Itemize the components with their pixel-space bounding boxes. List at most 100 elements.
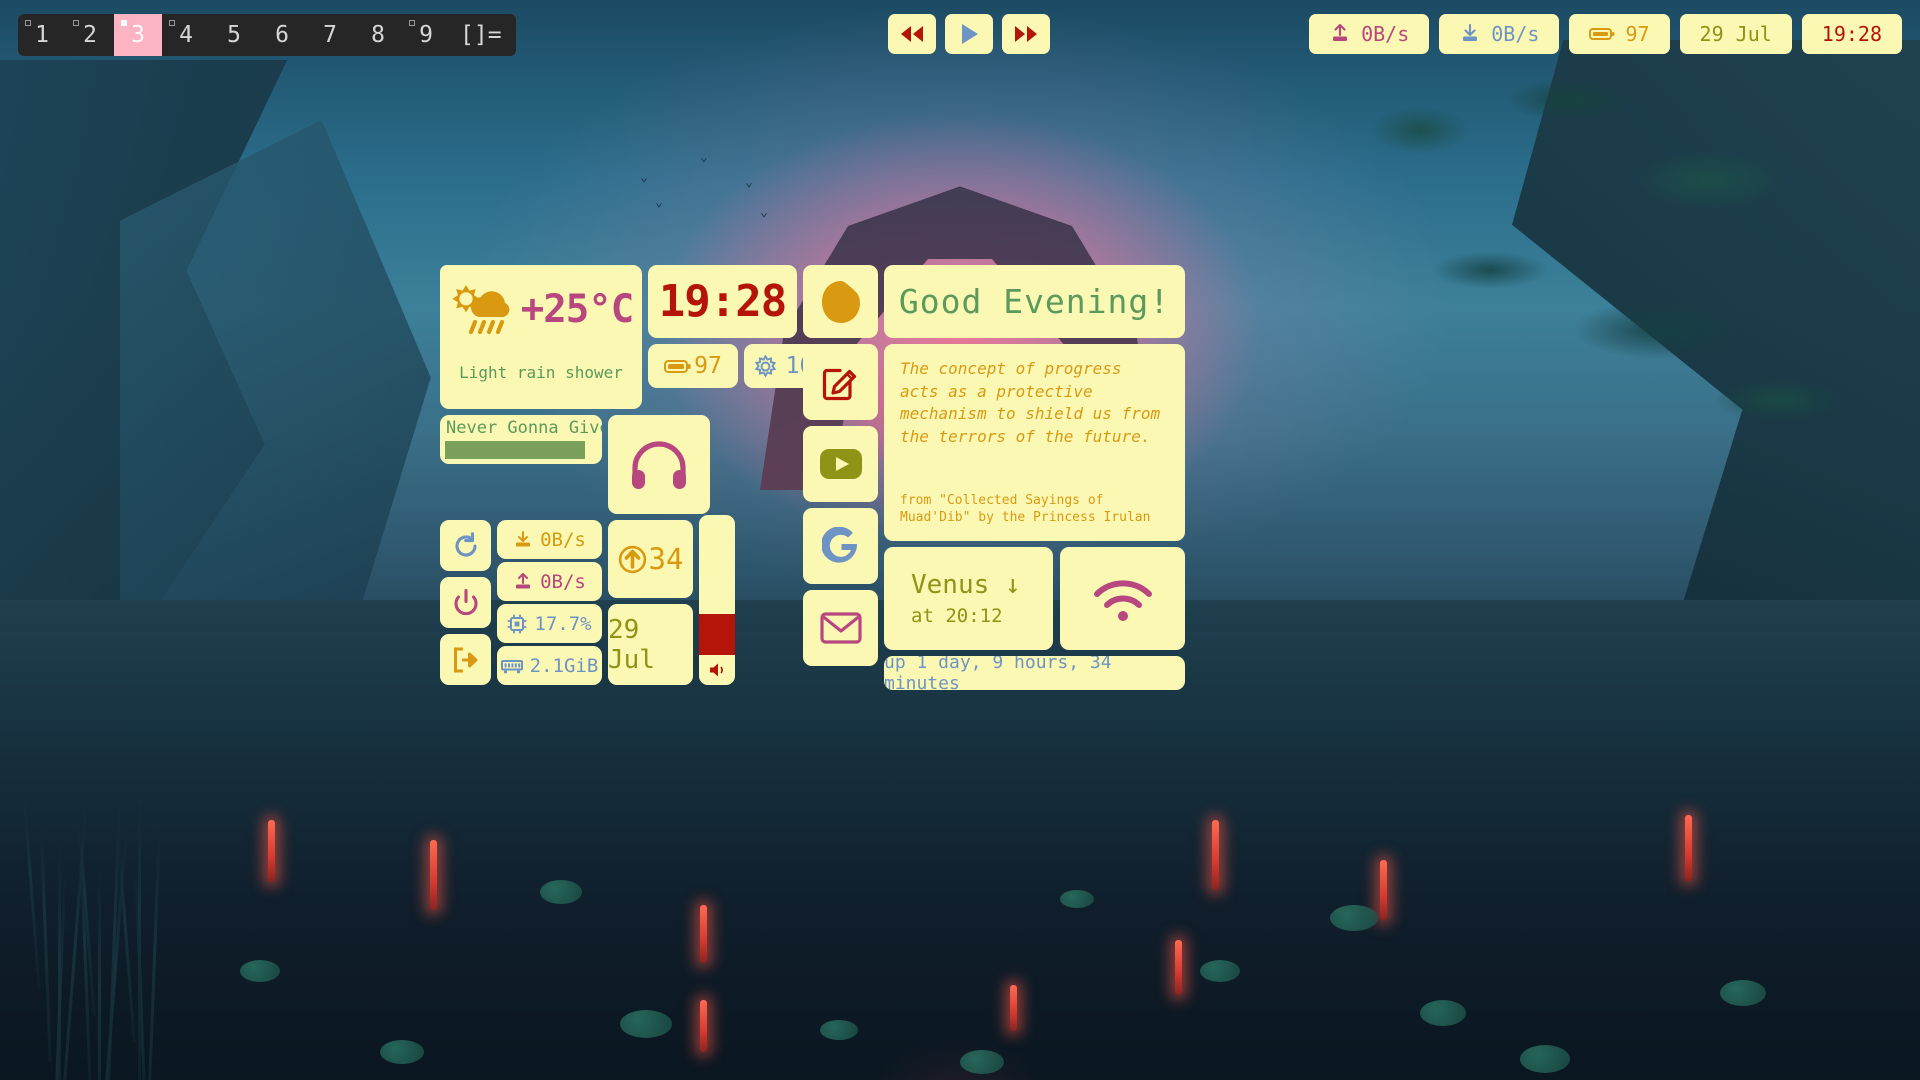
topbar-prev-button[interactable] — [888, 14, 936, 54]
wifi-widget[interactable] — [1060, 547, 1185, 650]
youtube-launcher[interactable] — [803, 426, 878, 502]
workspace-label: 4 — [179, 22, 193, 48]
wallpaper-lantern — [1175, 940, 1182, 995]
ram-usage-value: 2.1GiB — [529, 654, 599, 677]
wallpaper-bird: ⌄ — [700, 150, 708, 165]
notes-pencil-icon — [822, 368, 856, 401]
play-icon — [962, 24, 978, 44]
wallpaper-lilypad — [240, 960, 280, 982]
celestial-body: Venus ↓ — [911, 570, 1021, 600]
music-track-title: Never Gonna Give You Up — [446, 418, 602, 438]
workspace-6[interactable]: 6 — [258, 14, 306, 56]
topbar-battery-value: 97 — [1625, 22, 1650, 46]
topbar-download-chip[interactable]: 0B/s — [1439, 14, 1560, 54]
clock-time: 19:28 — [658, 276, 787, 327]
topbar-play-button[interactable] — [945, 14, 993, 54]
workspace-3[interactable]: 3 — [114, 14, 162, 56]
reboot-button[interactable] — [440, 520, 491, 571]
topbar-download-value: 0B/s — [1491, 22, 1540, 46]
celestial-time: at 20:12 — [911, 605, 1003, 627]
wallpaper-lilypad — [1060, 890, 1094, 908]
wallpaper-bird: ⌄ — [655, 195, 663, 210]
topbar-upload-chip[interactable]: 0B/s — [1309, 14, 1430, 54]
music-progress-fill — [445, 441, 585, 459]
wallpaper-lantern — [430, 840, 437, 910]
layout-indicator[interactable]: []= — [450, 14, 516, 56]
topbar-battery-chip[interactable]: 97 — [1569, 14, 1670, 54]
greeting-text: Good Evening! — [898, 282, 1171, 321]
wallpaper-lilypad — [620, 1010, 672, 1038]
reboot-icon — [454, 531, 477, 557]
workspace-1[interactable]: 1 — [18, 14, 66, 56]
power-button[interactable] — [440, 577, 491, 628]
workspace-7[interactable]: 7 — [306, 14, 354, 56]
download-icon — [516, 530, 531, 546]
logout-icon — [453, 647, 477, 672]
weather-main-row: +25°C — [449, 281, 634, 337]
wallpaper-lilypad — [1200, 960, 1240, 982]
workspace-occupied-dot-icon — [73, 20, 79, 26]
wallpaper-bird: ⌄ — [745, 175, 753, 190]
topbar-date-value: 29 Jul — [1699, 22, 1772, 46]
dashboard-panel: +25°C Light rain shower 19:28 Good Eveni… — [440, 265, 1485, 817]
battery-widget[interactable]: 97 — [648, 344, 738, 388]
speaker-icon — [709, 663, 723, 677]
workspace-occupied-dot-icon — [25, 20, 31, 26]
topbar-clock-chip[interactable]: 19:28 — [1801, 14, 1902, 54]
workspace-switcher[interactable]: 1 2 3 4 5 6 7 8 9 []= — [18, 14, 516, 56]
workspace-label: 1 — [35, 22, 49, 48]
wallpaper-lilypad — [1520, 1045, 1570, 1073]
updates-count: 34 — [648, 542, 684, 576]
wallpaper-lilypad — [820, 1020, 858, 1040]
music-track-widget[interactable]: Never Gonna Give You Up — [440, 415, 602, 464]
workspace-label: 5 — [227, 22, 241, 48]
ram-icon — [500, 659, 523, 673]
upload-icon — [516, 572, 531, 588]
workspace-5[interactable]: 5 — [210, 14, 258, 56]
workspace-label: 7 — [323, 22, 337, 48]
workspace-9[interactable]: 9 — [402, 14, 450, 56]
wallpaper-lantern — [268, 820, 275, 882]
google-launcher[interactable] — [803, 508, 878, 584]
cpu-usage-value: 17.7% — [534, 612, 592, 635]
mail-launcher[interactable] — [803, 590, 878, 666]
audio-output-widget[interactable] — [608, 415, 710, 514]
wallpaper-reed — [98, 868, 101, 1080]
logout-button[interactable] — [440, 634, 491, 685]
wifi-icon — [1093, 579, 1152, 621]
ram-usage-widget: 2.1GiB — [497, 646, 602, 685]
battery-value: 97 — [694, 353, 722, 379]
volume-slider[interactable] — [699, 515, 735, 685]
weather-description: Light rain shower — [459, 363, 623, 382]
wallpaper-bird: ⌄ — [760, 205, 768, 220]
workspace-8[interactable]: 8 — [354, 14, 402, 56]
topbar-date-chip[interactable]: 29 Jul — [1679, 14, 1792, 54]
download-icon — [1463, 24, 1478, 41]
workspace-occupied-dot-icon — [121, 20, 127, 26]
workspace-label: 8 — [371, 22, 385, 48]
updates-widget[interactable]: 34 — [608, 520, 693, 598]
weather-widget[interactable]: +25°C Light rain shower — [440, 265, 642, 409]
browser-launcher[interactable] — [803, 265, 878, 338]
google-g-icon — [821, 527, 857, 563]
music-progress-bar[interactable] — [445, 441, 597, 459]
wallpaper-lantern — [1010, 985, 1017, 1031]
wallpaper-bird: ⌄ — [640, 170, 648, 185]
uptime-text: up 1 day, 9 hours, 34 minutes — [884, 656, 1112, 690]
workspace-4[interactable]: 4 — [162, 14, 210, 56]
workspace-2[interactable]: 2 — [66, 14, 114, 56]
notes-launcher[interactable] — [803, 344, 878, 420]
battery-icon — [664, 359, 691, 373]
quote-text: The concept of progress acts as a protec… — [900, 359, 1161, 447]
download-speed-value: 0B/s — [540, 528, 586, 551]
wallpaper-lilypad — [380, 1040, 424, 1064]
clock-widget[interactable]: 19:28 — [648, 265, 797, 338]
date-widget: 29 Jul — [608, 604, 693, 685]
topbar-next-button[interactable] — [1002, 14, 1050, 54]
wallpaper-lantern — [1685, 815, 1692, 881]
wallpaper-reed — [138, 790, 141, 1080]
sun-rain-cloud-icon — [452, 285, 510, 335]
volume-icon-slot[interactable] — [699, 655, 735, 685]
wallpaper-lilypad — [1420, 1000, 1466, 1026]
top-status-bar: 1 2 3 4 5 6 7 8 9 []= 0B/s 0B/s 97 29 Ju… — [0, 0, 1920, 68]
